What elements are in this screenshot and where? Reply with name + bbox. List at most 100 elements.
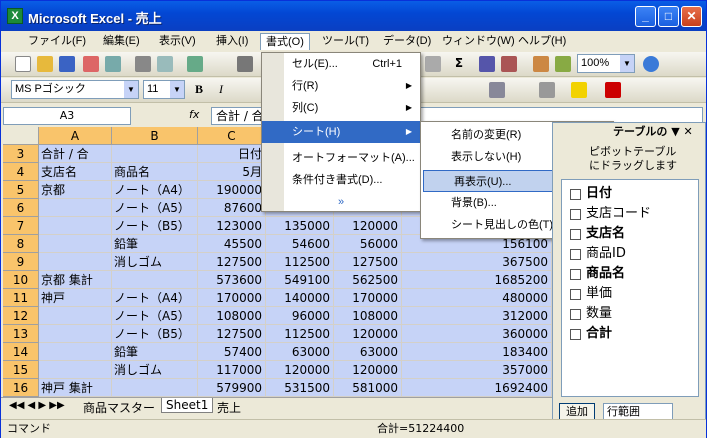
field-checkbox[interactable]	[570, 229, 581, 240]
hyperlink-icon[interactable]	[425, 56, 441, 72]
field-checkbox[interactable]	[570, 189, 581, 200]
format-row-item[interactable]: 行(R) ▶	[262, 75, 420, 97]
cell-c[interactable]: 190000	[198, 181, 266, 199]
cell-c[interactable]: 127500	[198, 253, 266, 271]
cell-d[interactable]: 54600	[266, 235, 334, 253]
cell-b[interactable]: ノート（B5）	[112, 325, 198, 343]
row-header[interactable]: 16	[3, 379, 39, 397]
maximize-button[interactable]: □	[658, 6, 679, 27]
sort-asc-icon[interactable]	[479, 56, 495, 72]
fx-icon[interactable]: fx	[189, 108, 199, 121]
cell-d[interactable]: 549100	[266, 271, 334, 289]
cell-c[interactable]: 45500	[198, 235, 266, 253]
cell-e[interactable]: 108000	[334, 307, 402, 325]
field-date[interactable]: 日付	[570, 184, 612, 204]
field-unit-price[interactable]: 単価	[570, 284, 612, 304]
field-total[interactable]: 合計	[570, 324, 612, 344]
cell-f[interactable]: 1692400	[402, 379, 552, 397]
cell-e[interactable]: 120000	[334, 361, 402, 379]
field-checkbox[interactable]	[570, 289, 581, 300]
italic-button[interactable]: I	[213, 82, 229, 98]
field-checkbox[interactable]	[570, 249, 581, 260]
field-branch-code[interactable]: 支店コード	[570, 204, 651, 224]
cell-a[interactable]	[39, 325, 112, 343]
row-header[interactable]: 11	[3, 289, 39, 307]
row-header[interactable]: 13	[3, 325, 39, 343]
cell-a[interactable]	[39, 361, 112, 379]
cell-f[interactable]: 367500	[402, 253, 552, 271]
fill-color-icon[interactable]	[571, 82, 587, 98]
print-icon[interactable]	[135, 56, 151, 72]
tab-scroll-icon[interactable]: ◀◀ ◀ ▶ ▶▶	[9, 400, 65, 411]
cell-a[interactable]	[39, 217, 112, 235]
font-combo[interactable]: MS Pゴシック ▼	[11, 80, 139, 99]
indent-icon[interactable]	[489, 82, 505, 98]
cell-c[interactable]: 87600	[198, 199, 266, 217]
cell-e[interactable]: 56000	[334, 235, 402, 253]
row-header[interactable]: 3	[3, 145, 39, 163]
tab-sheet1[interactable]: Sheet1	[161, 398, 214, 413]
row-header[interactable]: 6	[3, 199, 39, 217]
cell-a[interactable]	[39, 343, 112, 361]
cell-f[interactable]: 360000	[402, 325, 552, 343]
cell-c[interactable]: 117000	[198, 361, 266, 379]
row-header[interactable]: 8	[3, 235, 39, 253]
cell-e[interactable]: 562500	[334, 271, 402, 289]
cell-c[interactable]: 170000	[198, 289, 266, 307]
cell-d[interactable]: 120000	[266, 361, 334, 379]
help-icon[interactable]	[643, 56, 659, 72]
row-header[interactable]: 7	[3, 217, 39, 235]
column-header-b[interactable]: B	[112, 127, 198, 145]
cell-c[interactable]: 日付	[198, 145, 266, 163]
cell-a[interactable]: 京都	[39, 181, 112, 199]
font-color-icon[interactable]	[605, 82, 621, 98]
borders-icon[interactable]	[539, 82, 555, 98]
tab-product-master[interactable]: 商品マスター	[79, 399, 159, 416]
chevron-down-icon[interactable]: ▼	[671, 125, 679, 138]
field-checkbox[interactable]	[570, 309, 581, 320]
cell-e[interactable]: 120000	[334, 217, 402, 235]
cell-f[interactable]: 357000	[402, 361, 552, 379]
cell-b[interactable]	[112, 379, 198, 397]
format-cells-item[interactable]: セル(E)... Ctrl+1	[262, 53, 420, 75]
cell-b[interactable]: 鉛筆	[112, 343, 198, 361]
menu-edit[interactable]: 編集(E)	[98, 33, 145, 50]
zoom-combo[interactable]: 100% ▼	[577, 54, 635, 73]
cell-f[interactable]: 183400	[402, 343, 552, 361]
cell-d[interactable]: 140000	[266, 289, 334, 307]
cell-c[interactable]: 573600	[198, 271, 266, 289]
cell-b[interactable]: ノート（B5）	[112, 217, 198, 235]
cell-e[interactable]: 170000	[334, 289, 402, 307]
select-all-corner[interactable]	[3, 127, 39, 145]
cell-a[interactable]	[39, 235, 112, 253]
row-header[interactable]: 9	[3, 253, 39, 271]
cell-a[interactable]: 京都 集計	[39, 271, 112, 289]
field-branch-name[interactable]: 支店名	[570, 224, 625, 244]
drawing-icon[interactable]	[555, 56, 571, 72]
font-size-combo[interactable]: 11 ▼	[143, 80, 185, 99]
cell-d[interactable]: 135000	[266, 217, 334, 235]
cell-c[interactable]: 127500	[198, 325, 266, 343]
format-sheet-item[interactable]: シート(H) ▶	[262, 121, 420, 143]
cell-d[interactable]: 112500	[266, 253, 334, 271]
cell-b[interactable]: 消しゴム	[112, 253, 198, 271]
cell-c[interactable]: 108000	[198, 307, 266, 325]
field-quantity[interactable]: 数量	[570, 304, 612, 324]
row-header[interactable]: 15	[3, 361, 39, 379]
cell-c[interactable]: 5月	[198, 163, 266, 181]
cell-a[interactable]	[39, 307, 112, 325]
menu-data[interactable]: データ(D)	[378, 33, 436, 50]
format-column-item[interactable]: 列(C) ▶	[262, 97, 420, 119]
cell-d[interactable]: 63000	[266, 343, 334, 361]
cell-e[interactable]: 120000	[334, 325, 402, 343]
cell-a[interactable]	[39, 199, 112, 217]
cell-b[interactable]	[112, 145, 198, 163]
field-product-id[interactable]: 商品ID	[570, 244, 626, 264]
menu-format[interactable]: 書式(O)	[260, 33, 310, 50]
new-icon[interactable]	[15, 56, 31, 72]
cell-a[interactable]: 神戸	[39, 289, 112, 307]
cut-icon[interactable]	[237, 56, 253, 72]
cell-b[interactable]: 消しゴム	[112, 361, 198, 379]
cell-e[interactable]: 63000	[334, 343, 402, 361]
minimize-button[interactable]: _	[635, 6, 656, 27]
